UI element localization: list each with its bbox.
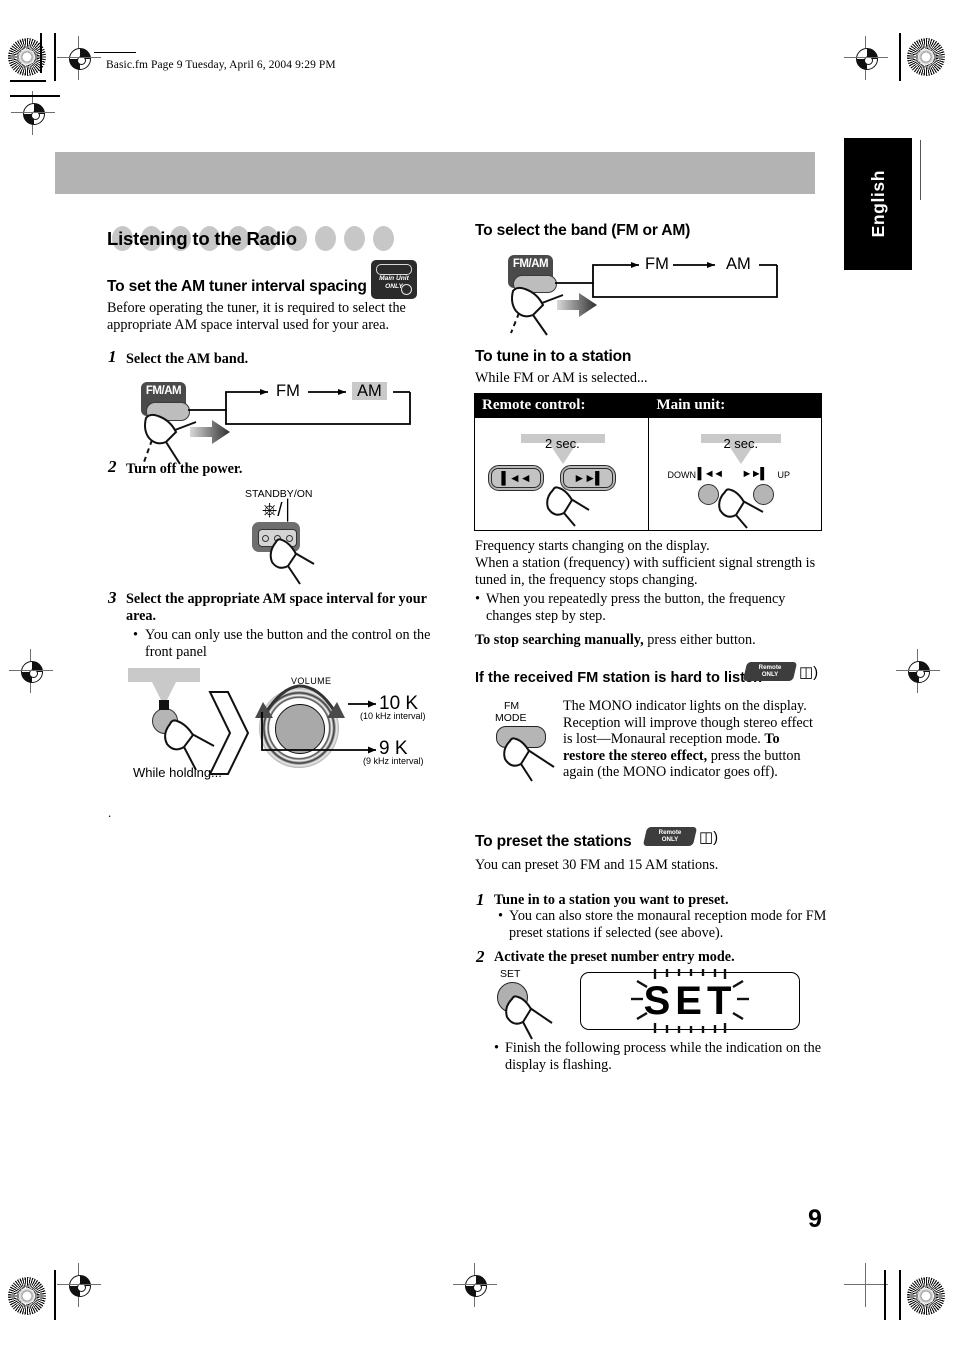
remote-badge-preset-line2: ONLY (661, 835, 679, 843)
header-gray-bar (55, 152, 815, 194)
print-target-bottom-left (8, 1277, 46, 1315)
skip-forward-icon: ►►▌ (563, 468, 613, 488)
tune-body-1: Frequency starts changing on the display… (475, 538, 710, 554)
trim-line-top-left-h (10, 95, 60, 97)
main-unit-down-label: DOWN (667, 470, 696, 480)
table-cell-remote: 2 sec. ▌◄◄ ►►▌ (473, 417, 650, 531)
tab-divider (920, 140, 922, 200)
finger-icon-set (505, 995, 553, 1040)
trim-line-bottom-left-v (54, 1270, 56, 1320)
set-display-text: SET (643, 979, 737, 1023)
fmam-button-label-right: FM/AM (512, 258, 549, 270)
am-interval-intro: Before operating the tuner, it is requir… (107, 300, 406, 333)
trim-line-top-left-v (54, 33, 56, 81)
step-2-number: 2 (108, 457, 117, 476)
preset-intro: You can preset 30 FM and 15 AM stations. (475, 857, 719, 873)
flow-label-am-right: AM (726, 255, 751, 273)
preset-step-2-bullet: • Finish the following process while the… (494, 1040, 822, 1073)
table-cell-main-unit: 2 sec. DOWN ▌◄◄ ►►▌ UP (648, 417, 822, 531)
flow-label-am-step1: AM (352, 382, 387, 401)
step-3-number: 3 (108, 588, 117, 607)
hold-time-main-unit: 2 sec. (723, 436, 759, 451)
power-symbol-icon: ⎈/│ (262, 500, 295, 521)
preset-step-1-text: Tune in to a station you want to preset. (494, 892, 729, 908)
finger-icon-main-unit (718, 488, 764, 529)
preset-step-1-number: 1 (476, 890, 485, 909)
main-unit-only-badge: Main Unit ONLY (371, 260, 417, 299)
interval-option-10k-note: (10 kHz interval) (360, 711, 426, 721)
registration-mark-right (896, 649, 940, 693)
standby-on-label: STANDBY/ON (245, 488, 313, 500)
table-header-remote: Remote control: (473, 393, 650, 418)
step-3-text: Select the appropriate AM space interval… (126, 591, 427, 624)
finger-icon-step2 (269, 538, 315, 585)
main-unit-badge-line1: Main Unit (379, 275, 409, 282)
band-flow-diagram-step1 (188, 389, 411, 425)
trim-line-top-left-v2 (40, 33, 42, 73)
registration-mark-bottom-left (57, 1263, 101, 1307)
heading-am-interval-spacing: To set the AM tuner interval spacing (107, 278, 367, 295)
hold-time-remote: 2 sec. (545, 436, 580, 451)
fmam-button-label: FM/AM (145, 385, 182, 397)
signal-wave-icon-preset: ◫) (699, 829, 719, 846)
table-header-main-unit: Main unit: (648, 393, 822, 418)
tune-stop-manually: To stop searching manually, press either… (475, 632, 825, 649)
tune-bullet: • When you repeatedly press the button, … (475, 591, 786, 624)
registration-mark-top-right (844, 36, 888, 80)
fm-mode-label-line2: MODE (495, 712, 527, 724)
heading-tune-station: To tune in to a station (475, 348, 632, 365)
remote-only-badge-fm: Remote ONLY ◫) (742, 662, 818, 681)
registration-mark-bottom-center (453, 1263, 497, 1307)
signal-wave-icon: ◫) (799, 664, 819, 681)
language-tab: English (844, 138, 912, 270)
registration-mark-left (9, 649, 53, 693)
then-arrow-icon (208, 691, 250, 775)
knob-output-lines (261, 700, 376, 754)
page-period-mark: . (108, 805, 112, 820)
fm-mode-label-line1: FM (504, 700, 520, 712)
interval-option-9k-note: (9 kHz interval) (363, 756, 424, 766)
print-target-top-right (907, 38, 945, 76)
remote-only-badge-preset: Remote ONLY ◫) (642, 827, 718, 846)
section-title: Listening to the Radio (107, 228, 297, 249)
step-1-number: 1 (108, 347, 117, 366)
step-1-text: Select the AM band. (126, 351, 249, 367)
step-3-bullet: • You can only use the button and the co… (133, 627, 431, 660)
heading-preset-stations: To preset the stations (475, 833, 632, 850)
registration-mark-inner-top-left (11, 91, 55, 135)
tune-stop-bold: To stop searching manually, (475, 632, 644, 648)
flow-label-fm-right: FM (645, 255, 669, 273)
main-unit-skip-back-icon: ▌◄◄ (697, 468, 724, 480)
preset-step-2-number: 2 (476, 947, 485, 966)
trim-line-top-left-h2 (10, 80, 46, 82)
step-2-text: Turn off the power. (126, 461, 243, 477)
skip-back-icon: ▌◄◄ (491, 468, 541, 488)
finger-icon-remote (546, 486, 590, 527)
flow-label-fm-step1: FM (276, 382, 300, 400)
registration-mark-top-left (57, 36, 101, 80)
file-header-text: Basic.fm Page 9 Tuesday, April 6, 2004 9… (106, 59, 336, 71)
main-unit-up-label: UP (777, 470, 790, 480)
main-unit-skip-forward-icon: ►►▌ (741, 468, 768, 480)
preset-step-2-text: Activate the preset number entry mode. (494, 949, 735, 965)
trim-line-top-right-v (899, 33, 901, 81)
set-button-label: SET (500, 968, 521, 980)
tune-intro: While FM or AM is selected... (475, 370, 648, 386)
tune-body-2: When a station (frequency) with sufficie… (475, 555, 816, 588)
preset-step-1-bullet: • You can also store the monaural recept… (498, 908, 827, 941)
fm-mode-description: The MONO indicator lights on the display… (563, 698, 825, 781)
heading-fm-hard-to-listen: If the received FM station is hard to li… (475, 670, 763, 686)
file-header: Basic.fm Page 9 Tuesday, April 6, 2004 9… (94, 52, 336, 71)
print-target-bottom-right (907, 1277, 945, 1315)
page-number: 9 (808, 1205, 822, 1233)
tune-method-table: Remote control: Main unit: 2 sec. ▌◄◄ ►►… (473, 393, 822, 531)
remote-skip-back-button[interactable]: ▌◄◄ (488, 465, 544, 491)
set-display-panel: SET (580, 969, 800, 1033)
front-panel-indicator (159, 700, 169, 710)
trim-line-bottom-right-v2 (884, 1270, 886, 1320)
registration-mark-bottom-right (844, 1263, 888, 1307)
trim-line-bottom-right-v (899, 1270, 901, 1320)
tune-stop-rest: press either button. (643, 632, 756, 648)
remote-badge-line2: ONLY (761, 670, 779, 678)
